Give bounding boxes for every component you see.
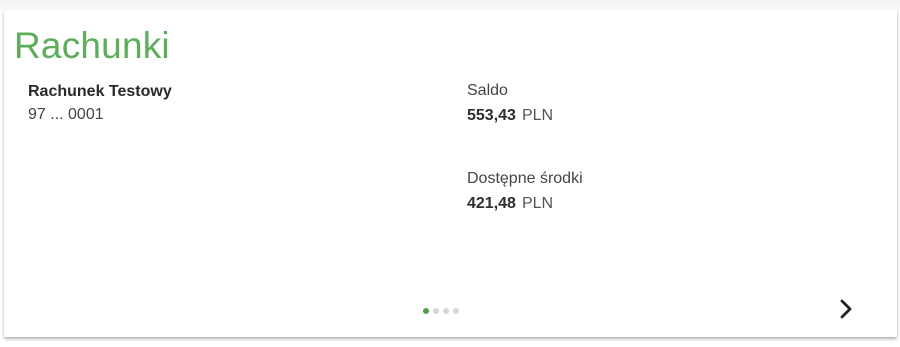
accounts-card: Rachunki Rachunek Testowy 97 ... 0001 Sa… bbox=[4, 10, 897, 337]
pagination-dot[interactable] bbox=[453, 308, 459, 314]
balance-value: 553,43 PLN bbox=[467, 107, 553, 125]
available-funds-label: Dostępne środki bbox=[467, 170, 583, 187]
balance-currency: PLN bbox=[521, 107, 554, 124]
available-funds-value: 421,48 PLN bbox=[467, 195, 553, 213]
pagination-dot[interactable] bbox=[443, 308, 449, 314]
available-funds-currency: PLN bbox=[521, 195, 554, 212]
next-button[interactable] bbox=[834, 296, 858, 322]
account-number: 97 ... 0001 bbox=[28, 106, 104, 123]
card-title: Rachunki bbox=[14, 25, 170, 66]
page: Rachunki Rachunek Testowy 97 ... 0001 Sa… bbox=[0, 0, 900, 347]
pagination-dot[interactable] bbox=[423, 308, 429, 314]
balance-amount: 553,43 bbox=[467, 107, 516, 124]
pagination-dot[interactable] bbox=[433, 308, 439, 314]
chevron-right-icon bbox=[840, 299, 852, 319]
pagination-dots bbox=[423, 308, 459, 314]
available-funds-amount: 421,48 bbox=[467, 195, 516, 212]
account-name[interactable]: Rachunek Testowy bbox=[28, 83, 172, 101]
balance-label: Saldo bbox=[467, 82, 508, 99]
